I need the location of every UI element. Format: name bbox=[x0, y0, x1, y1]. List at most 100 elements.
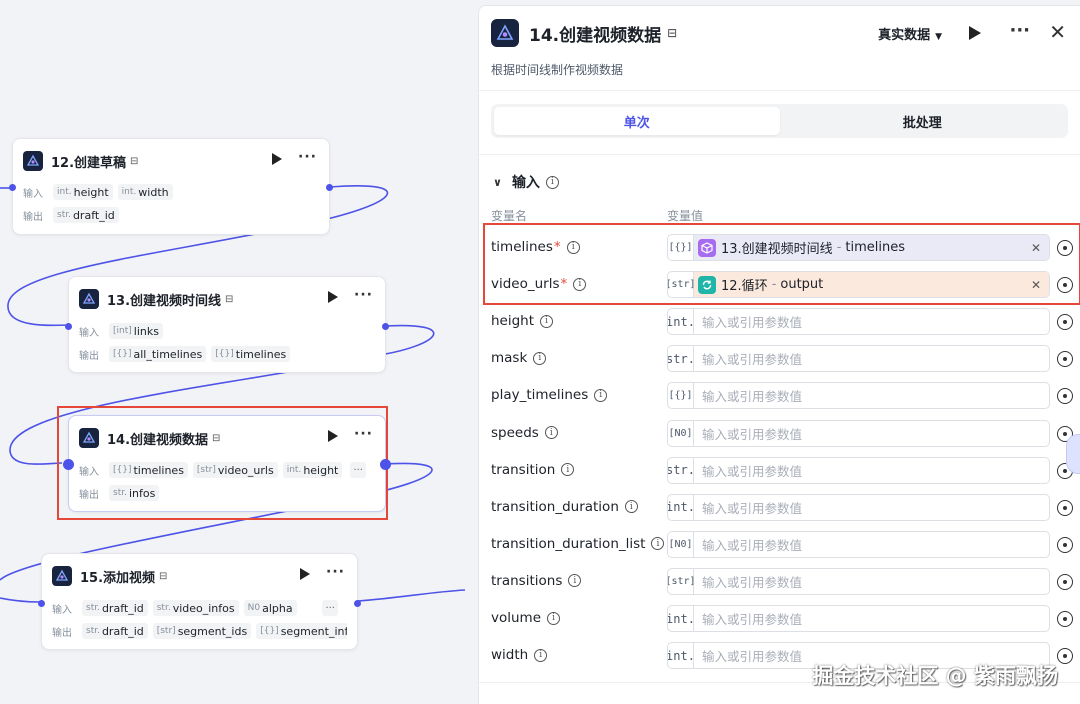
more-icon[interactable]: ··· bbox=[298, 149, 317, 165]
param-value-field[interactable]: int. 输入或引用参数值 bbox=[667, 605, 1050, 632]
run-icon[interactable] bbox=[299, 567, 311, 581]
param-row: transition_duration i int. 输入或引用参数值 bbox=[479, 493, 1080, 522]
node-create-video-data[interactable]: 14.创建视频数据 ⊟ ··· 输入 [{}] timelines [str] vi… bbox=[63, 415, 391, 512]
output-label: 输出 bbox=[23, 211, 43, 223]
input-chip: int. width bbox=[117, 184, 173, 200]
plugin-icon bbox=[23, 151, 43, 171]
param-name: volume i bbox=[491, 610, 561, 626]
param-name: transition_duration_list i bbox=[491, 535, 665, 552]
tab-batch[interactable]: 批处理 bbox=[780, 107, 1066, 135]
input-label: 输入 bbox=[79, 466, 99, 478]
input-section-header[interactable]: ∨ 输入 i bbox=[493, 172, 559, 192]
param-placeholder: 输入或引用参数值 bbox=[702, 315, 803, 331]
data-mode-dropdown[interactable]: 真实数据 ▼ bbox=[878, 24, 942, 43]
variable-picker-icon[interactable] bbox=[1057, 536, 1073, 553]
scroll-handle[interactable] bbox=[1066, 434, 1080, 474]
output-port[interactable] bbox=[382, 323, 389, 330]
run-icon[interactable] bbox=[327, 429, 339, 443]
variable-picker-icon[interactable] bbox=[1057, 499, 1073, 516]
variable-picker-icon[interactable] bbox=[1057, 611, 1073, 627]
param-value-field[interactable]: int. 输入或引用参数值 bbox=[667, 308, 1050, 336]
input-chip: [int] links bbox=[109, 323, 163, 339]
variable-picker-icon[interactable] bbox=[1057, 388, 1073, 405]
output-port[interactable] bbox=[326, 184, 333, 191]
param-value-field[interactable]: [str] 输入或引用参数值 bbox=[667, 567, 1050, 595]
output-label: 输出 bbox=[52, 627, 72, 639]
param-row: volume i int. 输入或引用参数值 bbox=[479, 605, 1080, 633]
param-name-label: speeds bbox=[491, 424, 539, 441]
param-name-label: transition_duration_list bbox=[491, 535, 646, 552]
param-value-field[interactable]: [N0] 输入或引用参数值 bbox=[667, 530, 1050, 558]
variable-picker-icon[interactable] bbox=[1057, 314, 1073, 331]
plugin-icon bbox=[491, 19, 519, 47]
param-value-field[interactable]: str. 输入或引用参数值 bbox=[667, 456, 1050, 484]
input-port[interactable] bbox=[38, 600, 45, 607]
node-title: 13.创建视频时间线 bbox=[107, 293, 222, 309]
run-icon[interactable] bbox=[327, 290, 339, 304]
param-name-label: width bbox=[491, 647, 529, 664]
input-label: 输入 bbox=[79, 327, 99, 339]
param-type-tag: int. bbox=[668, 606, 695, 631]
output-label: 输出 bbox=[79, 489, 99, 501]
param-placeholder: 输入或引用参数值 bbox=[702, 612, 803, 627]
output-port[interactable] bbox=[354, 600, 361, 607]
param-value-field[interactable]: [N0] 输入或引用参数值 bbox=[667, 419, 1050, 447]
param-row: transition_duration_list i [N0] 输入或引用参数值 bbox=[479, 530, 1080, 559]
variable-picker-icon[interactable] bbox=[1057, 351, 1073, 368]
variable-picker-icon[interactable] bbox=[1057, 573, 1073, 590]
param-type-tag: int. bbox=[668, 494, 695, 520]
highlight-box bbox=[483, 223, 1080, 305]
caret-down-icon: ▼ bbox=[935, 32, 942, 42]
param-name: width i bbox=[491, 647, 548, 664]
tab-single[interactable]: 单次 bbox=[494, 107, 780, 135]
input-chip: [{}] timelines bbox=[109, 462, 188, 478]
param-value-field[interactable]: [{}] 输入或引用参数值 bbox=[667, 382, 1050, 410]
param-name-label: transition_duration bbox=[491, 498, 619, 515]
param-row: speeds i [N0] 输入或引用参数值 bbox=[479, 419, 1080, 448]
variable-picker-icon[interactable] bbox=[1057, 648, 1073, 665]
param-name: transition_duration i bbox=[491, 499, 638, 515]
output-chip: [str] segment_ids bbox=[152, 623, 252, 639]
more-icon[interactable]: ··· bbox=[1009, 20, 1030, 41]
chevron-down-icon: ∨ bbox=[493, 175, 502, 189]
run-icon[interactable] bbox=[271, 152, 283, 166]
param-value-field[interactable]: int. 输入或引用参数值 bbox=[667, 493, 1050, 521]
input-port[interactable] bbox=[9, 184, 16, 191]
more-icon[interactable]: ··· bbox=[354, 287, 373, 303]
info-icon: i bbox=[534, 648, 548, 662]
info-icon: i bbox=[545, 175, 559, 189]
node-title: 12.创建草稿 bbox=[51, 155, 127, 171]
plugin-icon bbox=[52, 566, 72, 586]
divider bbox=[479, 154, 1080, 155]
node-create-video-timeline[interactable]: 13.创建视频时间线 ⊟ ··· 输入 [int] links 输出 [{}] al… bbox=[65, 276, 389, 373]
run-icon[interactable] bbox=[968, 25, 982, 41]
param-type-tag: int. bbox=[668, 309, 695, 335]
node-title: 15.添加视频 bbox=[80, 570, 156, 586]
param-name: transitions i bbox=[491, 573, 582, 589]
workflow-canvas[interactable]: 12.创建草稿 ⊟ ··· 输入 int. height int. width 输出… bbox=[0, 0, 480, 704]
close-icon[interactable]: ✕ bbox=[1049, 20, 1066, 44]
panel-title: 14.创建视频数据 bbox=[529, 25, 662, 46]
node-add-video[interactable]: 15.添加视频 ⊟ ··· 输入 str. draft_id str. video_… bbox=[38, 553, 361, 650]
plugin-icon bbox=[79, 428, 99, 448]
param-name: transition i bbox=[491, 462, 575, 478]
version-icon: ⊟ bbox=[225, 293, 234, 305]
param-row: height i int. 输入或引用参数值 bbox=[479, 308, 1080, 336]
output-chip: str. draft_id bbox=[82, 623, 148, 639]
more-inputs-chip[interactable]: ··· bbox=[350, 462, 366, 478]
info-icon: i bbox=[561, 463, 575, 477]
param-type-tag: [N0] bbox=[668, 420, 694, 446]
more-icon[interactable]: ··· bbox=[326, 564, 345, 580]
output-chip: [{}] timelines bbox=[211, 346, 291, 362]
watermark: 掘金技术社区 @ 紫雨飘扬 bbox=[812, 664, 1058, 688]
more-icon[interactable]: ··· bbox=[354, 426, 373, 442]
info-icon: i bbox=[651, 537, 665, 551]
param-value-field[interactable]: str. 输入或引用参数值 bbox=[667, 345, 1050, 373]
input-port[interactable] bbox=[63, 459, 74, 470]
node-create-draft[interactable]: 12.创建草稿 ⊟ ··· 输入 int. height int. width 输出… bbox=[9, 138, 333, 235]
input-port[interactable] bbox=[65, 323, 72, 330]
more-inputs-chip[interactable]: ··· bbox=[322, 600, 338, 616]
column-header-value: 变量值 bbox=[667, 209, 704, 223]
output-port[interactable] bbox=[380, 459, 391, 470]
node-title: 14.创建视频数据 bbox=[107, 432, 209, 448]
